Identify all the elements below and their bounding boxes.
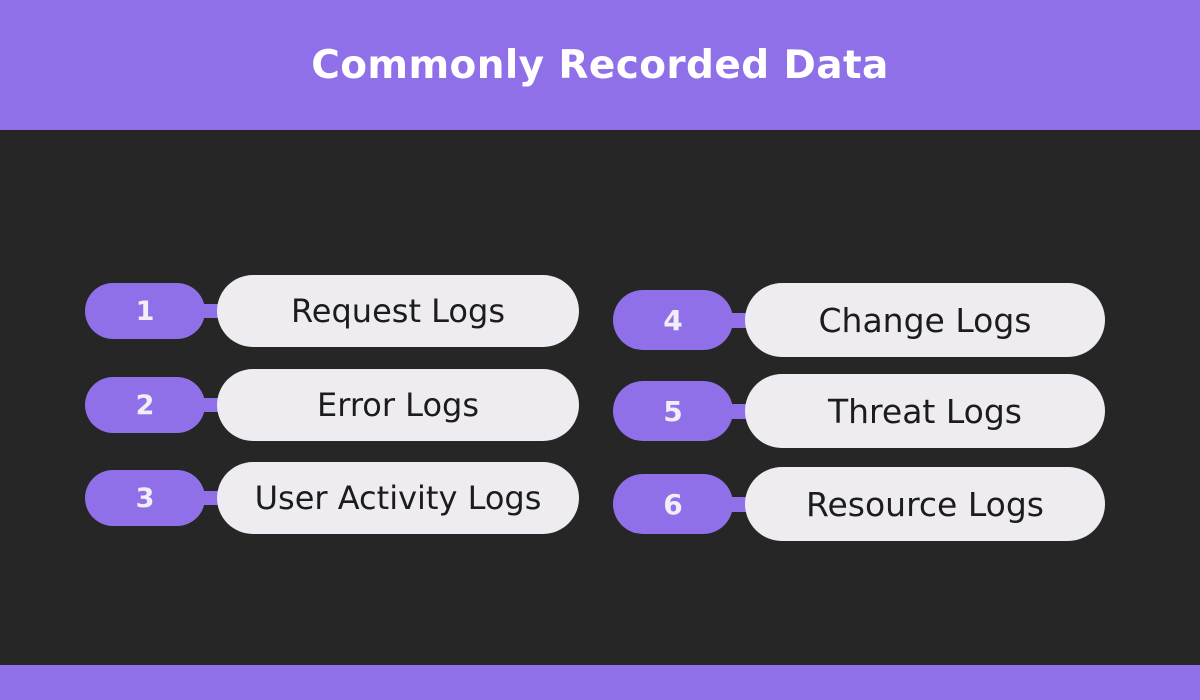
slide-root: Commonly Recorded Data 1 Request Logs 2 … [0,0,1200,700]
list-item[interactable]: 2 Error Logs [85,369,579,441]
footer-bar [0,665,1200,700]
item-label-text: Resource Logs [806,484,1044,524]
item-label-text: Change Logs [818,300,1032,340]
list-item[interactable]: 3 User Activity Logs [85,462,579,534]
item-label-text: Request Logs [291,292,505,330]
list-item[interactable]: 4 Change Logs [613,283,1105,357]
item-number-label: 1 [135,295,155,327]
item-label-pill[interactable]: Change Logs [745,283,1105,357]
item-number-label: 6 [663,487,683,521]
item-number-badge: 6 [613,474,733,534]
item-number-label: 4 [663,303,683,337]
item-label-text: Error Logs [317,386,479,424]
list-item[interactable]: 6 Resource Logs [613,467,1105,541]
item-number-badge: 5 [613,381,733,441]
item-number-label: 2 [135,389,155,421]
item-label-pill[interactable]: Request Logs [217,275,579,347]
item-number-badge: 3 [85,470,205,526]
items-area: 1 Request Logs 2 Error Logs 3 User Activ… [0,130,1200,665]
header-bar: Commonly Recorded Data [0,0,1200,130]
item-label-pill[interactable]: User Activity Logs [217,462,579,534]
item-number-badge: 4 [613,290,733,350]
page-title: Commonly Recorded Data [311,42,889,88]
item-number-badge: 1 [85,283,205,339]
list-item[interactable]: 5 Threat Logs [613,374,1105,448]
item-label-text: Threat Logs [827,391,1022,431]
item-number-label: 3 [135,482,155,514]
item-label-text: User Activity Logs [254,479,542,517]
item-number-label: 5 [663,394,683,428]
item-number-badge: 2 [85,377,205,433]
item-label-pill[interactable]: Resource Logs [745,467,1105,541]
item-label-pill[interactable]: Error Logs [217,369,579,441]
list-item[interactable]: 1 Request Logs [85,275,579,347]
item-label-pill[interactable]: Threat Logs [745,374,1105,448]
